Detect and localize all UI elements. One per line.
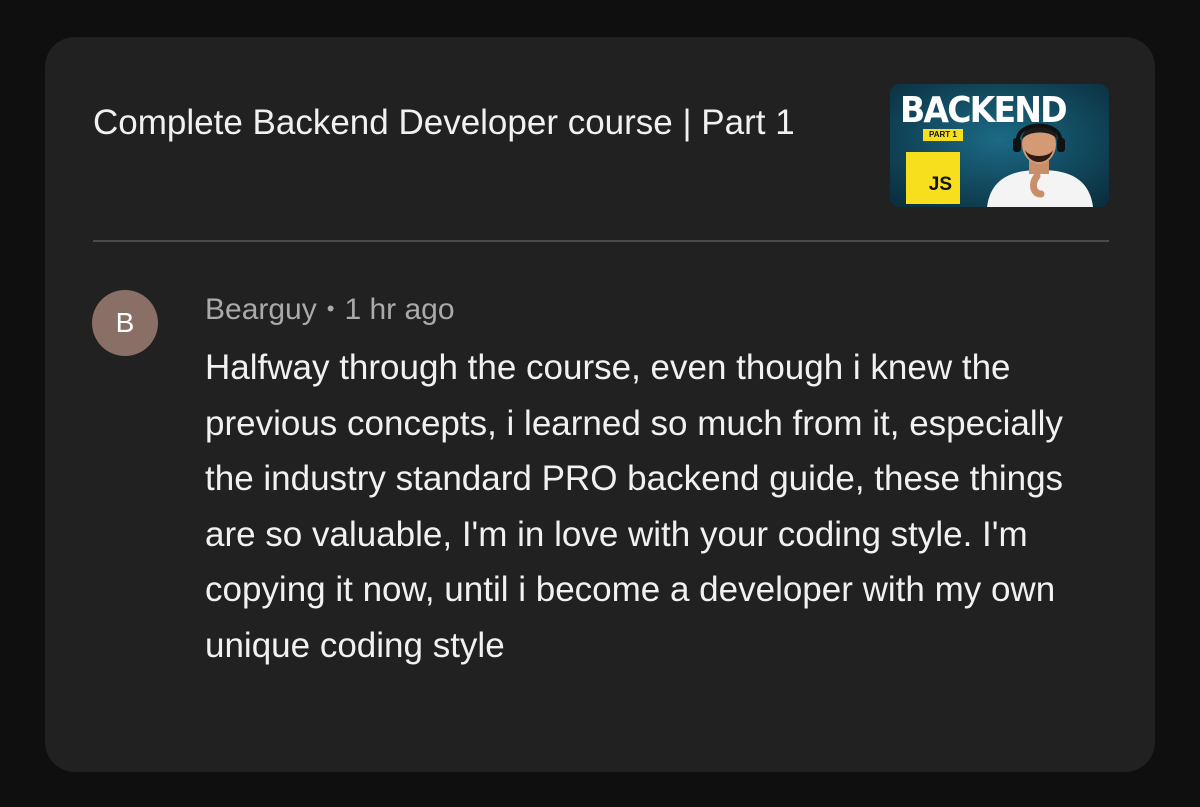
comment-text: Halfway through the course, even though … [205,348,1064,665]
meta-separator: • [326,296,335,321]
js-logo-icon: JS [906,152,960,204]
comment-meta: Bearguy • 1 hr ago [205,289,455,330]
video-title[interactable]: Complete Backend Developer course | Part… [93,95,813,150]
divider [93,240,1109,242]
thumbnail-title-text: BACKEND [900,90,1068,131]
comment-author[interactable]: Bearguy [205,293,317,326]
comment-card: Complete Backend Developer course | Part… [45,37,1155,772]
avatar[interactable]: B [92,290,158,356]
video-thumbnail[interactable]: BACKEND PART 1 JS [890,84,1109,207]
comment-timestamp: 1 hr ago [344,293,455,326]
thumbnail-part-label: PART 1 [923,129,963,141]
